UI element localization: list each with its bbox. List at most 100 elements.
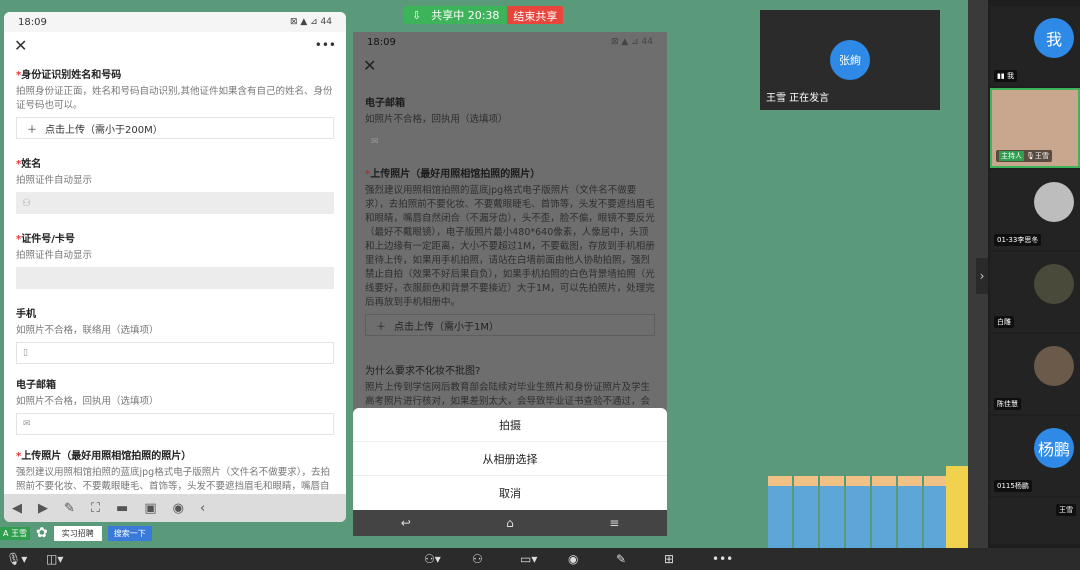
field-title-id: *身份证识别姓名和号码	[16, 70, 122, 81]
field-title-name: *姓名	[16, 159, 42, 170]
upload-photo-button[interactable]: ＋点击上传（需小于1M）	[365, 314, 655, 336]
crop-icon[interactable]: ⛶	[91, 501, 100, 516]
participants-panel: 我 ▮▮ 我 主持人 🎙王雪 01-33李思冬 白雕 陈佳慧 杨鹏 0115杨鹏 …	[988, 0, 1080, 548]
phone-field[interactable]: ▯	[16, 342, 334, 364]
user-icon: ⚇	[22, 197, 31, 209]
close-icon[interactable]: ✕	[14, 36, 27, 55]
share-status-bar: ⇩ 共享中 20:38 结束共享	[404, 6, 564, 24]
mic-badge: A 王雪	[0, 526, 31, 540]
participant-avatar	[1034, 182, 1074, 222]
chevron-left-icon[interactable]: ‹	[200, 501, 205, 516]
participant-label: 0115杨鹏	[994, 480, 1032, 492]
participant-label: 01-33李思冬	[994, 234, 1042, 246]
field-title-phone: 手机	[16, 309, 36, 320]
home-nav-icon[interactable]: ⌂	[506, 516, 514, 530]
mic-toggle-icon[interactable]: 🎙▾	[6, 552, 27, 566]
mail-icon: ✉	[371, 137, 379, 147]
status-time: 18:09	[18, 16, 47, 28]
pencils-decoration	[768, 466, 968, 548]
collapse-panel-button[interactable]: ›	[976, 258, 988, 294]
windows-taskbar: A 王雪 ✿ 实习招聘 搜索一下	[0, 522, 316, 544]
participant-label: 陈佳慧	[994, 398, 1021, 410]
form: *身份证识别姓名和号码 拍照身份证正面，姓名和号码自动识别,其他证件如果含有自己…	[4, 66, 346, 522]
participant-label: 王雪	[1056, 504, 1076, 516]
participant-label: 白雕	[994, 316, 1014, 328]
more-icon[interactable]: •••	[315, 38, 336, 52]
field-desc-photo: 强烈建议用照相馆拍照的蓝底jpg格式电子版照片（文件名不做要求），去拍照前不要化…	[365, 185, 655, 308]
share-icon: ⇩	[412, 8, 422, 22]
speaker-video: 张絢 王雪 正在发言	[760, 10, 940, 110]
play-icon[interactable]: ▶	[38, 501, 48, 516]
android-nav-bar: ↩ ⌂ ≡	[353, 510, 667, 536]
field-title-email: 电子邮箱	[16, 380, 56, 391]
email-field[interactable]: ✉	[16, 413, 334, 435]
participants-icon[interactable]: ⚇▾	[424, 552, 441, 566]
menu-nav-icon[interactable]: ≡	[609, 516, 619, 530]
record-icon[interactable]: ◉	[568, 552, 578, 566]
stop-share-button[interactable]: 结束共享	[507, 6, 564, 24]
participant-tile[interactable]: 陈佳慧	[990, 334, 1080, 414]
status-bar: 18:09 ⊠ ▲ ⊿ 44	[353, 32, 667, 52]
field-title-photo: *上传照片（最好用照相馆拍照的照片）	[365, 169, 541, 180]
album-option[interactable]: 从相册选择	[353, 442, 667, 476]
participant-tile[interactable]: 01-33李思冬	[990, 170, 1080, 250]
shared-screen: ⇩ 共享中 20:38 结束共享 18:09 ⊠ ▲ ⊿ 44 ✕ ••• *身…	[0, 0, 968, 548]
email-field[interactable]: ✉	[365, 131, 655, 153]
invite-icon[interactable]: ⚇	[472, 552, 483, 566]
app-icon[interactable]: ✿	[36, 525, 48, 541]
participant-avatar: 杨鹏	[1034, 428, 1074, 468]
taskbar-search[interactable]: 搜索一下	[107, 525, 152, 541]
taskbar-browser-item[interactable]: 实习招聘	[53, 525, 102, 541]
field-desc-name: 拍照证件自动显示	[16, 175, 93, 186]
participant-label: ▮▮ 我	[994, 70, 1017, 82]
field-desc-id: 拍照身份证正面，姓名和号码自动识别,其他证件如果含有自己的姓名、身份证号码也可以…	[16, 86, 333, 111]
plus-icon: ＋	[27, 124, 37, 136]
camera-toggle-icon[interactable]: ◫▾	[46, 552, 63, 566]
participant-label: 主持人 🎙王雪	[996, 150, 1052, 162]
title-bar: ✕ •••	[4, 32, 346, 58]
image-icon[interactable]: ▣	[144, 501, 156, 516]
id-number-field[interactable]	[16, 267, 334, 289]
center-phone-screen: 18:09 ⊠ ▲ ⊿ 44 ✕ 电子邮箱 如照片不合格，回执用（选填项） ✉ …	[353, 32, 667, 536]
participant-avatar: 我	[1034, 18, 1074, 58]
participant-tile[interactable]: 杨鹏 0115杨鹏	[990, 416, 1080, 496]
share-status: ⇩ 共享中 20:38	[404, 6, 508, 24]
upload-id-button[interactable]: ＋点击上传（需小于200M）	[16, 117, 334, 139]
participant-tile[interactable]: 主持人 🎙王雪	[990, 88, 1080, 168]
mail-icon: ✉	[23, 419, 31, 429]
close-icon[interactable]: ✕	[363, 56, 376, 75]
name-field[interactable]: ⚇	[16, 192, 334, 214]
action-sheet: 拍摄 从相册选择 取消	[353, 408, 667, 510]
field-desc-phone: 如照片不合格，联络用（选填项）	[16, 325, 159, 336]
why-title: 为什么要求不化妆不批图?	[365, 366, 481, 377]
cancel-option[interactable]: 取消	[353, 476, 667, 510]
more-icon[interactable]: •••	[712, 552, 733, 566]
pencil	[768, 476, 792, 548]
pen-icon[interactable]: ✎	[64, 501, 75, 516]
participant-tile[interactable]: 白雕	[990, 252, 1080, 332]
yellow-stripe	[946, 466, 968, 548]
share-screen-icon[interactable]: ▭▾	[520, 552, 537, 566]
participant-tile[interactable]: 我 ▮▮ 我	[990, 6, 1080, 86]
back-icon[interactable]: ◀	[12, 501, 22, 516]
meeting-toolbar: 🎙▾ ◫▾ ⚇▾ ⚇ ▭▾ ◉ ✎ ⊞ •••	[0, 548, 1080, 570]
status-icons: ⊠ ▲ ⊿ 44	[610, 37, 653, 47]
field-desc-idnum: 拍照证件自动显示	[16, 250, 93, 261]
back-nav-icon[interactable]: ↩	[401, 516, 411, 530]
participant-tile[interactable]: 王雪	[990, 498, 1080, 544]
field-desc-email: 如照片不合格，回执用（选填项）	[365, 114, 508, 125]
pencil	[872, 476, 896, 548]
signal-icon: ▮▮	[997, 72, 1005, 80]
left-taskbar: ◀ ▶ ✎ ⛶ ▬ ▣ ◉ ‹	[4, 494, 346, 522]
take-photo-option[interactable]: 拍摄	[353, 408, 667, 442]
form: 电子邮箱 如照片不合格，回执用（选填项） ✉ *上传照片（最好用照相馆拍照的照片…	[353, 94, 667, 423]
phone-icon: ▯	[23, 348, 28, 358]
status-bar: 18:09 ⊠ ▲ ⊿ 44	[4, 12, 346, 32]
annotate-icon[interactable]: ✎	[616, 552, 626, 566]
share-timer: 共享中 20:38	[431, 9, 500, 22]
field-desc-email: 如照片不合格，回执用（选填项）	[16, 396, 159, 407]
chat-icon[interactable]: ◉	[173, 501, 184, 516]
video-icon[interactable]: ▬	[116, 501, 128, 516]
apps-icon[interactable]: ⊞	[664, 552, 674, 566]
participant-avatar	[1034, 264, 1074, 304]
